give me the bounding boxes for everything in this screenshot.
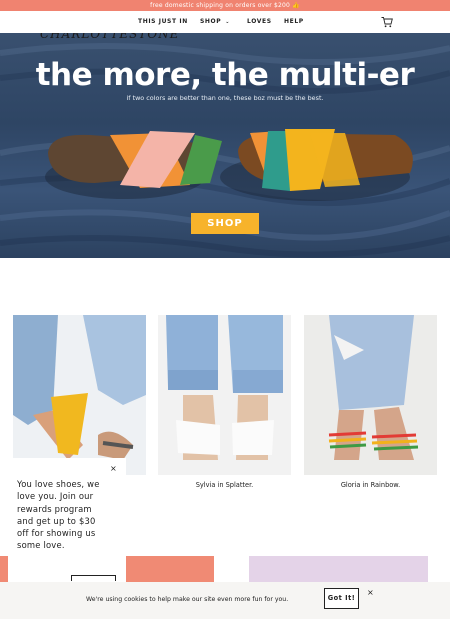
coral-block bbox=[0, 556, 8, 582]
product-card-2[interactable] bbox=[158, 315, 291, 475]
coral-block bbox=[126, 556, 214, 582]
product-caption-2[interactable]: Sylvia in Splatter. bbox=[158, 481, 291, 489]
promo-bar: free domestic shipping on orders over $2… bbox=[0, 0, 450, 11]
popup-join-button[interactable] bbox=[71, 575, 116, 581]
hero-title: the more, the multi-er bbox=[35, 57, 415, 93]
cookie-close-icon[interactable]: × bbox=[367, 588, 374, 597]
hero-shop-button[interactable]: SHOP bbox=[191, 213, 259, 234]
lilac-block bbox=[249, 556, 428, 582]
nav-shop[interactable]: SHOP ⌄ bbox=[200, 18, 230, 25]
nav-loves[interactable]: LOVES bbox=[247, 18, 272, 25]
product-image bbox=[158, 315, 291, 475]
cookie-text: We're using cookies to help make our sit… bbox=[86, 596, 289, 603]
chevron-down-icon: ⌄ bbox=[225, 19, 231, 25]
product-card-1[interactable] bbox=[13, 315, 146, 475]
promo-text: free domestic shipping on orders over $2… bbox=[150, 2, 300, 9]
popup-text: You love shoes, we love you. Join our re… bbox=[17, 479, 100, 551]
product-card-3[interactable] bbox=[304, 315, 437, 475]
hero-subtitle: if two colors are better than one, these… bbox=[126, 94, 324, 102]
product-image bbox=[304, 315, 437, 475]
sandals-image bbox=[45, 129, 413, 201]
main-nav: THIS JUST IN SHOP ⌄ LOVES HELP bbox=[0, 11, 450, 33]
cookie-accept-button[interactable]: Got It! bbox=[324, 588, 359, 609]
hero-banner: CHARLOTTESTONE the more, the multi-er if… bbox=[0, 33, 450, 258]
product-caption-3[interactable]: Gloria in Rainbow. bbox=[304, 481, 437, 489]
nav-this-just-in[interactable]: THIS JUST IN bbox=[138, 18, 188, 25]
cart-icon[interactable] bbox=[381, 16, 393, 28]
nav-shop-label: SHOP bbox=[200, 18, 222, 25]
brand-logo[interactable]: CHARLOTTESTONE bbox=[40, 33, 179, 41]
product-image bbox=[13, 315, 146, 475]
popup-close-icon[interactable]: × bbox=[110, 464, 117, 473]
nav-help[interactable]: HELP bbox=[284, 18, 304, 25]
